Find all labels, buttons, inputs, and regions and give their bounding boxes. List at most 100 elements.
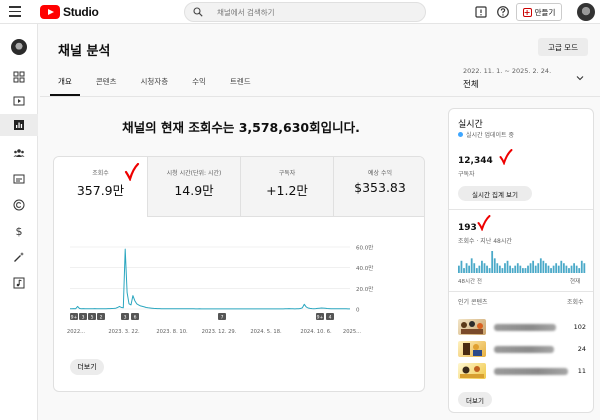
realtime-count-button[interactable]: 실시간 집계 보기 xyxy=(458,186,532,201)
sidebar: $ xyxy=(0,24,38,420)
realtime-bar xyxy=(583,263,586,273)
metric-revenue[interactable]: 예상 수익 $353.83 xyxy=(333,157,424,217)
realtime-views-count: 193 xyxy=(458,223,477,233)
views-chart[interactable]: 60.0만40.0만20.0만09+ 3 5 2 3 6 7 9+ 42022... 2023. … xyxy=(54,227,425,353)
metric-subscribers[interactable]: 구독자 +1.2만 xyxy=(240,157,333,217)
popular-content-row[interactable]: 11 xyxy=(458,363,586,379)
sidebar-item-content[interactable] xyxy=(0,90,38,112)
dashboard-icon xyxy=(13,71,25,83)
realtime-bar xyxy=(552,265,555,273)
realtime-bar xyxy=(483,263,486,273)
realtime-bar xyxy=(545,263,547,273)
audio-library-icon xyxy=(13,277,25,289)
sidebar-item-copyright[interactable] xyxy=(0,194,38,216)
tab-overview[interactable]: 개요 xyxy=(50,76,80,96)
subtitles-icon xyxy=(13,174,25,184)
tab-audience[interactable]: 시청자층 xyxy=(141,76,169,96)
analytics-tabs: 개요 콘텐츠 시청자층 수익 트렌드 xyxy=(50,76,275,96)
realtime-bar xyxy=(498,265,501,273)
x-tick-label: 2023. 3. 22. xyxy=(108,329,140,335)
realtime-bar xyxy=(504,263,506,273)
metric-value: 357.9만 xyxy=(76,183,125,198)
tab-revenue[interactable]: 수익 xyxy=(192,76,206,96)
studio-logo[interactable]: Studio xyxy=(40,4,99,20)
copyright-icon xyxy=(13,199,25,211)
realtime-bar xyxy=(496,263,499,273)
realtime-bar xyxy=(524,268,527,273)
x-tick-label: 2025... xyxy=(343,329,361,335)
publish-marker-label: 3 xyxy=(124,315,127,321)
realtime-bar xyxy=(509,265,511,273)
metric-value: +1.2만 xyxy=(266,183,308,198)
chevron-down-icon[interactable] xyxy=(576,74,584,82)
advanced-mode-button[interactable]: 고급 모드 xyxy=(538,38,588,56)
realtime-bar xyxy=(511,268,514,273)
subscriber-count: 12,344 xyxy=(458,156,493,166)
realtime-more-button[interactable]: 더보기 xyxy=(458,392,492,407)
realtime-bar xyxy=(542,260,545,273)
realtime-bar xyxy=(514,265,517,273)
tab-trends[interactable]: 트렌드 xyxy=(230,76,251,96)
x-tick-label: 2022... xyxy=(67,329,85,335)
realtime-bar xyxy=(568,268,570,273)
sidebar-item-subtitles[interactable] xyxy=(0,168,38,190)
metric-value: $353.83 xyxy=(354,180,406,195)
youtube-logo-icon xyxy=(40,5,60,19)
realtime-bar xyxy=(570,265,573,273)
create-plus-icon: + xyxy=(522,7,532,17)
date-range-text[interactable]: 2022. 11. 1. ~ 2025. 2. 24. xyxy=(463,67,551,75)
metric-label: 구독자 xyxy=(278,170,296,177)
popular-content-row[interactable]: 102 xyxy=(458,319,586,335)
sidebar-item-dashboard[interactable] xyxy=(0,66,38,88)
video-thumbnail xyxy=(458,341,486,357)
realtime-bar xyxy=(481,260,483,273)
realtime-bar xyxy=(562,263,565,273)
realtime-panel: 실시간 실시간 업데이트 중 12,344 구독자 실시간 집계 보기 193 … xyxy=(448,108,594,413)
realtime-bar xyxy=(522,268,524,273)
metric-watch-time[interactable]: 시청 시간(단위: 시간) 14.9만 xyxy=(147,157,240,217)
feedback-icon[interactable] xyxy=(474,5,488,19)
see-more-button[interactable]: 더보기 xyxy=(70,359,104,375)
metric-tabs: 조회수 357.9만 시청 시간(단위: 시간) 14.9만 구독자 +1.2만… xyxy=(54,157,424,217)
tab-content[interactable]: 콘텐츠 xyxy=(96,76,117,96)
search-box[interactable]: 채널에서 검색하기 xyxy=(184,2,426,22)
top-bar: Studio 채널에서 검색하기 + 만들기 xyxy=(0,0,600,24)
divider xyxy=(449,209,593,210)
customization-icon xyxy=(14,252,24,262)
y-tick-label: 0 xyxy=(356,308,360,314)
help-icon[interactable] xyxy=(496,5,510,19)
realtime-bar xyxy=(578,268,581,273)
realtime-bar xyxy=(488,268,491,273)
realtime-bar xyxy=(516,263,519,273)
sidebar-item-customization[interactable] xyxy=(0,246,38,268)
account-avatar[interactable] xyxy=(577,3,595,21)
y-tick-label: 40.0만 xyxy=(356,264,373,272)
create-button[interactable]: + 만들기 xyxy=(516,3,562,21)
realtime-bar xyxy=(555,263,558,273)
realtime-bar xyxy=(557,265,560,273)
divider xyxy=(449,291,593,292)
x-tick-label: 2023. 8. 10. xyxy=(156,329,188,335)
popular-content-row[interactable]: 24 xyxy=(458,341,586,357)
metric-label: 예상 수익 xyxy=(368,170,392,177)
realtime-bar xyxy=(478,265,481,273)
date-range-label[interactable]: 전체 xyxy=(463,78,479,90)
create-label: 만들기 xyxy=(534,7,556,17)
realtime-bar xyxy=(501,268,504,273)
realtime-status-text: 실시간 업데이트 중 xyxy=(466,132,514,139)
popular-view-count: 24 xyxy=(577,345,586,353)
earn-icon: $ xyxy=(16,225,23,237)
realtime-bar xyxy=(565,265,568,273)
realtime-bar-chart[interactable] xyxy=(458,249,586,273)
x-tick-label: 2024. 10. 6. xyxy=(300,329,332,335)
menu-icon[interactable] xyxy=(9,6,21,17)
publish-marker-label: 4 xyxy=(329,315,332,321)
live-dot-icon xyxy=(458,132,463,137)
sidebar-item-analytics[interactable] xyxy=(0,114,38,136)
channel-avatar[interactable] xyxy=(11,39,27,55)
blurred-title xyxy=(494,346,554,353)
sidebar-item-earn[interactable]: $ xyxy=(0,220,38,242)
sidebar-item-audio-library[interactable] xyxy=(0,272,38,294)
overview-card: 조회수 357.9만 시청 시간(단위: 시간) 14.9만 구독자 +1.2만… xyxy=(53,156,425,392)
sidebar-item-community[interactable] xyxy=(0,142,38,164)
